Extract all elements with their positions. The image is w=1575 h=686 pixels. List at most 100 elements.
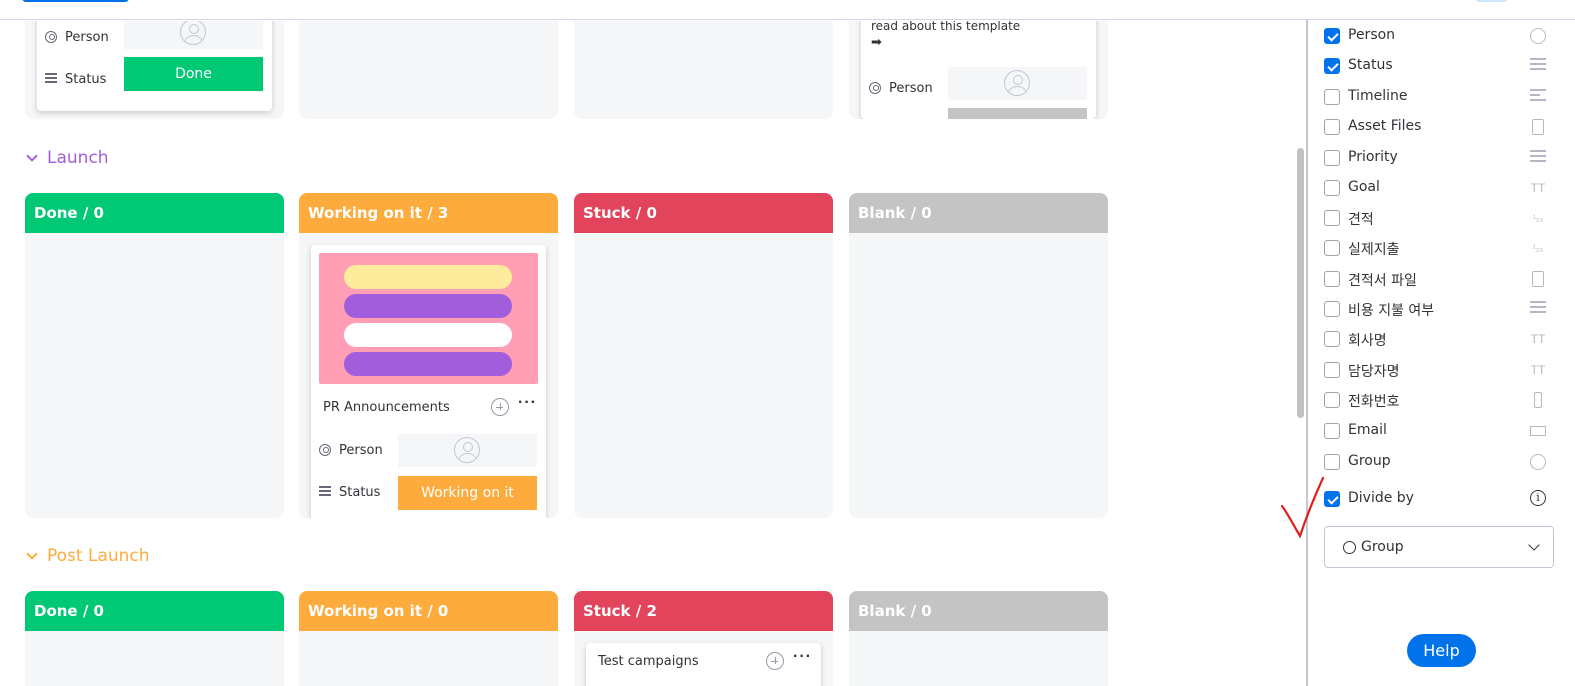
email-icon	[1530, 426, 1546, 436]
avatar-placeholder-icon	[1004, 70, 1030, 96]
column-checkbox[interactable]	[1324, 454, 1340, 470]
column-checkbox[interactable]	[1324, 240, 1340, 256]
column-toggle-row[interactable]: Status	[1324, 56, 1554, 76]
top-primary-button[interactable]	[22, 0, 129, 2]
status-cell[interactable]: Done	[124, 57, 263, 91]
column-toggle-row[interactable]: 비용 지불 여부	[1324, 299, 1554, 319]
collapse-chevron-icon[interactable]	[26, 150, 38, 162]
status-cell[interactable]	[948, 108, 1087, 119]
kanban-card-test-campaigns[interactable]: Test campaigns ···	[586, 643, 821, 686]
group-icon	[1530, 454, 1546, 470]
board-scrollbar[interactable]	[1297, 148, 1304, 418]
column-toggle-label: 담당자명	[1348, 364, 1400, 380]
field-label-person: Person	[889, 81, 933, 96]
person-cell[interactable]	[948, 67, 1087, 100]
person-cell[interactable]	[124, 21, 263, 49]
column-checkbox[interactable]	[1324, 119, 1340, 135]
column-checkbox[interactable]	[1324, 271, 1340, 287]
column-toggle-label: Asset Files	[1348, 118, 1422, 134]
avatar-placeholder-icon	[180, 21, 206, 45]
post-launch-column-working: Working on it / 0	[299, 591, 558, 686]
numbers-icon: ¹₂₃	[1532, 243, 1544, 253]
divide-by-select[interactable]: Group	[1324, 526, 1554, 568]
column-toggle-label: Timeline	[1348, 88, 1408, 104]
collapse-chevron-icon[interactable]	[26, 548, 38, 560]
cover-pill	[344, 294, 512, 318]
group-title-launch[interactable]: Launch	[47, 148, 109, 168]
column-toggle-row[interactable]: 회사명 TT	[1324, 329, 1554, 349]
cover-pill	[344, 352, 512, 376]
column-checkbox[interactable]	[1324, 423, 1340, 439]
kanban-board: Person Status Done read about this templ…	[0, 21, 1297, 686]
top-column-working	[299, 21, 558, 119]
top-column-blank: read about this template ➡ Person	[849, 21, 1108, 119]
card-title[interactable]: Test campaigns	[598, 654, 699, 669]
column-checkbox[interactable]	[1324, 301, 1340, 317]
top-card-1[interactable]: Person Status Done	[37, 21, 272, 111]
column-toggle-row[interactable]: 견적서 파일	[1324, 269, 1554, 289]
avatar-placeholder-icon	[454, 437, 480, 463]
status-column-icon	[319, 486, 331, 498]
column-checkbox[interactable]	[1324, 89, 1340, 105]
column-toggle-label: 비용 지불 여부	[1348, 303, 1435, 319]
column-toggle-row[interactable]: 실제지출 ¹₂₃	[1324, 238, 1554, 258]
column-toggle-row[interactable]: 견적 ¹₂₃	[1324, 208, 1554, 228]
column-toggle-row[interactable]: Goal TT	[1324, 178, 1554, 198]
add-update-icon[interactable]	[766, 652, 784, 670]
top-column-stuck	[574, 21, 833, 119]
kanban-card-pr-announcements[interactable]: PR Announcements ··· Person Status Worki…	[311, 245, 546, 518]
column-checkbox[interactable]	[1324, 28, 1340, 44]
column-header-blank: Blank / 0	[849, 193, 1108, 233]
column-toggle-row[interactable]: Email	[1324, 421, 1554, 441]
customize-card-panel: Person Status Timeline Asset Files Priority G…	[1308, 20, 1575, 686]
top-right-button[interactable]	[1476, 0, 1507, 2]
column-toggle-label: Person	[1348, 27, 1396, 43]
column-checkbox[interactable]	[1324, 180, 1340, 196]
column-checkbox[interactable]	[1324, 392, 1340, 408]
info-icon[interactable]: i	[1530, 490, 1546, 506]
column-toggle-row[interactable]: Group	[1324, 452, 1554, 472]
post-launch-column-blank: Blank / 0	[849, 591, 1108, 686]
column-checkbox[interactable]	[1324, 210, 1340, 226]
add-update-icon[interactable]	[491, 398, 509, 416]
column-toggle-row[interactable]: 전화번호	[1324, 390, 1554, 410]
column-toggle-label: Priority	[1348, 149, 1398, 165]
column-checkbox[interactable]	[1324, 150, 1340, 166]
column-toggle-row[interactable]: 담당자명 TT	[1324, 360, 1554, 380]
more-options-icon[interactable]: ···	[793, 648, 812, 666]
file-icon	[1532, 271, 1544, 287]
person-icon	[869, 82, 881, 94]
column-toggle-row[interactable]: Timeline	[1324, 87, 1554, 107]
column-toggle-label: Status	[1348, 57, 1393, 73]
timeline-icon	[1530, 89, 1546, 105]
card-title[interactable]: PR Announcements	[323, 400, 450, 415]
status-icon	[1530, 58, 1546, 74]
person-icon	[319, 444, 331, 456]
card-description: read about this template	[871, 21, 1021, 33]
text-icon: TT	[1530, 363, 1546, 377]
person-cell[interactable]	[398, 434, 537, 467]
column-toggle-label: 견적	[1348, 212, 1374, 228]
top-column-done: Person Status Done	[25, 21, 284, 119]
launch-column-stuck: Stuck / 0	[574, 193, 833, 518]
status-cell[interactable]: Working on it	[398, 476, 537, 510]
more-options-icon[interactable]: ···	[518, 394, 537, 412]
column-checkbox[interactable]	[1324, 331, 1340, 347]
column-toggle-row[interactable]: Person	[1324, 26, 1554, 46]
column-toggle-label: Goal	[1348, 179, 1380, 195]
column-toggle-label: Group	[1348, 453, 1391, 469]
group-title-post-launch[interactable]: Post Launch	[47, 546, 150, 566]
top-card-4[interactable]: read about this template ➡ Person	[861, 21, 1096, 119]
column-header-blank: Blank / 0	[849, 591, 1108, 631]
arrow-icon: ➡	[871, 35, 882, 50]
divide-by-toggle[interactable]: Divide by i	[1324, 489, 1554, 509]
column-checkbox[interactable]	[1324, 58, 1340, 74]
field-label-person: Person	[339, 443, 383, 458]
column-toggle-row[interactable]: Asset Files	[1324, 117, 1554, 137]
column-checkbox[interactable]	[1324, 362, 1340, 378]
column-header-working: Working on it / 3	[299, 193, 558, 233]
column-toggle-row[interactable]: Priority	[1324, 148, 1554, 168]
numbers-icon: ¹₂₃	[1532, 213, 1544, 223]
cover-pill	[344, 265, 512, 289]
help-button[interactable]: Help	[1407, 634, 1476, 667]
